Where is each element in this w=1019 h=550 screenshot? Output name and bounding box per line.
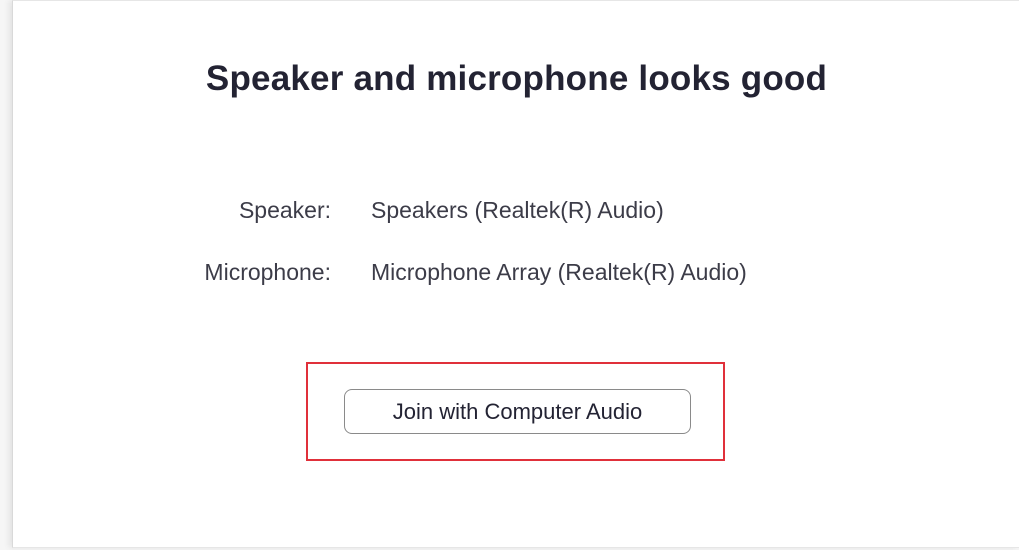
speaker-row: Speaker: Speakers (Realtek(R) Audio) [13,197,1019,227]
speaker-device-name: Speakers (Realtek(R) Audio) [371,197,664,223]
audio-test-dialog: Speaker and microphone looks good Speake… [12,0,1019,548]
microphone-label: Microphone: [204,259,331,285]
join-with-computer-audio-button[interactable]: Join with Computer Audio [344,389,691,434]
dialog-title: Speaker and microphone looks good [205,59,828,98]
microphone-row: Microphone: Microphone Array (Realtek(R)… [13,259,1019,289]
microphone-device-name: Microphone Array (Realtek(R) Audio) [371,259,747,285]
speaker-label: Speaker: [238,197,331,223]
